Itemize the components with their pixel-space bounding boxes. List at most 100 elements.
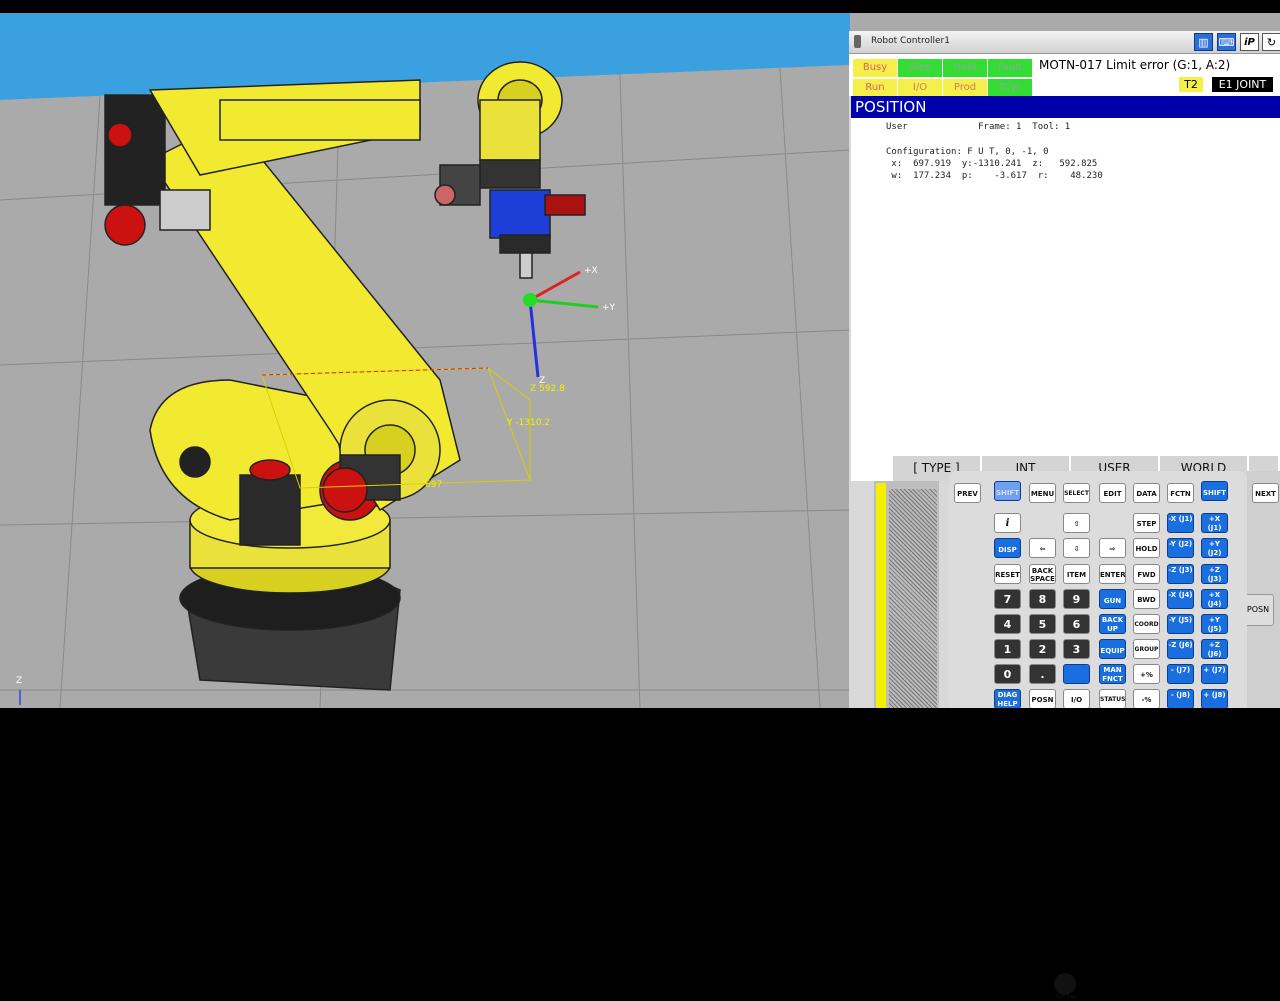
enter-key[interactable]: ENTER — [1099, 564, 1126, 584]
equip-key[interactable]: EQUIP — [1099, 639, 1126, 659]
data-key[interactable]: DATA — [1133, 483, 1160, 503]
coord-key[interactable]: COORD — [1133, 614, 1160, 634]
fctn-key[interactable]: FCTN — [1167, 483, 1194, 503]
jog-plus-j2[interactable]: +Y (J2) — [1201, 538, 1228, 558]
man-fnct-key[interactable]: MAN FNCT — [1099, 664, 1126, 684]
info-key[interactable]: i — [994, 513, 1021, 533]
top-letterbox — [0, 0, 1280, 13]
edit-key[interactable]: EDIT — [1099, 483, 1126, 503]
prev-key[interactable]: PREV — [954, 483, 981, 503]
frame-line: User Frame: 1 Tool: 1 — [886, 122, 1071, 132]
axis-y-label: +Y — [602, 303, 616, 313]
robot-controller-window: Robot Controller1 ▥ ⌨ iP ↻ Busy Step Hol… — [849, 31, 1280, 1001]
right-arrow-key[interactable]: ⇨ — [1099, 538, 1126, 558]
key-0[interactable]: 0 — [994, 664, 1021, 684]
jog-minus-j3[interactable]: -Z (J3) — [1167, 564, 1194, 584]
screen-title: POSITION — [851, 96, 1280, 118]
key-6[interactable]: 6 — [1063, 614, 1090, 634]
jog-minus-j8[interactable]: - (J8) — [1167, 689, 1194, 709]
led-prod: Prod — [943, 79, 987, 97]
backup-key[interactable]: BACK UP — [1099, 614, 1126, 634]
enable-switch[interactable]: OFF ON — [1052, 973, 1078, 1001]
jog-minus-j5[interactable]: -Y (J5) — [1167, 614, 1194, 634]
key-9[interactable]: 9 — [1063, 589, 1090, 609]
key-dot[interactable]: . — [1029, 664, 1056, 684]
jog-minus-j2[interactable]: -Y (J2) — [1167, 538, 1194, 558]
menu-key[interactable]: MENU — [1029, 483, 1056, 503]
x-position-readout: 697 — [425, 480, 442, 490]
keypad: OFF ON PREV SHIFT MENU SELECT EDIT DATA … — [949, 471, 1279, 1001]
fkey-blank-1[interactable] — [851, 456, 893, 481]
speed-up-key[interactable]: +% — [1133, 664, 1160, 684]
hold-key[interactable]: HOLD — [1133, 538, 1160, 558]
fwd-key[interactable]: FWD — [1133, 564, 1160, 584]
jog-minus-j7[interactable]: - (J7) — [1167, 664, 1194, 684]
step-key[interactable]: STEP — [1133, 513, 1160, 533]
controller-icon — [854, 35, 861, 48]
item-key[interactable]: ITEM — [1063, 564, 1090, 584]
position-screen: POSITION User Frame: 1 Tool: 1 Configura… — [851, 96, 1280, 456]
key-4[interactable]: 4 — [994, 614, 1021, 634]
deadman-strip — [876, 483, 886, 708]
status-key[interactable]: STATUS — [1099, 689, 1126, 709]
jog-plus-j6[interactable]: +Z (J6) — [1201, 639, 1228, 659]
jog-plus-j7[interactable]: + (J7) — [1201, 664, 1228, 684]
mode-badge: T2 — [1179, 77, 1203, 92]
wpr-line: w: 177.234 p: -3.617 r: 48.230 — [886, 171, 1103, 181]
key-1[interactable]: 1 — [994, 639, 1021, 659]
jog-plus-j5[interactable]: +Y (J5) — [1201, 614, 1228, 634]
refresh-icon[interactable]: ↻ — [1262, 33, 1280, 51]
enable-switch-label: OFF ON — [1055, 995, 1075, 1001]
alarm-message: MOTN-017 Limit error (G:1, A:2) — [1039, 58, 1231, 72]
key-3[interactable]: 3 — [1063, 639, 1090, 659]
key-5[interactable]: 5 — [1029, 614, 1056, 634]
posn-key[interactable]: POSN — [1029, 689, 1056, 709]
led-io: I/O — [898, 79, 942, 97]
keyboard-icon[interactable]: ⌨ — [1217, 33, 1236, 51]
led-busy: Busy — [853, 59, 897, 77]
corner-axis-label: Z — [16, 676, 22, 686]
next-key[interactable]: NEXT — [1252, 483, 1279, 503]
disp-key[interactable]: DISP — [994, 538, 1021, 558]
led-fault: Fault — [988, 59, 1032, 77]
shift-left-key[interactable]: SHIFT — [994, 481, 1021, 501]
group-key[interactable]: GROUP — [1133, 639, 1160, 659]
up-arrow-key[interactable]: ⇧ — [1063, 513, 1090, 533]
reset-key[interactable]: RESET — [994, 564, 1021, 584]
bottom-letterbox — [0, 708, 1280, 720]
led-tcyc: TCyc — [988, 79, 1032, 97]
backspace-key[interactable]: BACK SPACE — [1029, 564, 1056, 584]
key-2[interactable]: 2 — [1029, 639, 1056, 659]
key-8[interactable]: 8 — [1029, 589, 1056, 609]
jog-minus-j4[interactable]: -X (J4) — [1167, 589, 1194, 609]
key-7[interactable]: 7 — [994, 589, 1021, 609]
gun-key[interactable]: GUN — [1099, 589, 1126, 609]
configuration-line: Configuration: F U T, 0, -1, 0 — [886, 147, 1049, 157]
z-position-readout: Z 592.8 — [530, 384, 565, 394]
speed-down-key[interactable]: -% — [1133, 689, 1160, 709]
xyz-line: x: 697.919 y:-1310.241 z: 592.825 — [886, 159, 1098, 169]
diag-help-key[interactable]: DIAG HELP — [994, 689, 1021, 709]
enable-switch-knob — [1054, 973, 1076, 995]
jog-coord-badge: E1 JOINT — [1212, 77, 1273, 92]
jog-plus-j8[interactable]: + (J8) — [1201, 689, 1228, 709]
down-arrow-key[interactable]: ⇩ — [1063, 538, 1090, 558]
jog-plus-j4[interactable]: +X (J4) — [1201, 589, 1228, 609]
pendant-right-panel — [1247, 471, 1280, 708]
io-key[interactable]: I/O — [1063, 689, 1090, 709]
teach-pendant-icon[interactable]: ▥ — [1194, 33, 1213, 51]
y-position-readout: Y -1310.2 — [506, 418, 550, 428]
bwd-key[interactable]: BWD — [1133, 589, 1160, 609]
select-key[interactable]: SELECT — [1063, 483, 1090, 503]
jog-plus-j3[interactable]: +Z (J3) — [1201, 564, 1228, 584]
jog-minus-j1[interactable]: -X (J1) — [1167, 513, 1194, 533]
jog-plus-j1[interactable]: +X (J1) — [1201, 513, 1228, 533]
shift-right-key[interactable]: SHIFT — [1201, 481, 1228, 501]
jog-minus-j6[interactable]: -Z (J6) — [1167, 639, 1194, 659]
led-run: Run — [853, 79, 897, 97]
window-titlebar: Robot Controller1 ▥ ⌨ iP ↻ — [849, 31, 1280, 54]
window-title: Robot Controller1 — [871, 36, 950, 46]
ip-button[interactable]: iP — [1240, 33, 1259, 51]
comma-key[interactable] — [1063, 664, 1090, 684]
left-arrow-key[interactable]: ⇦ — [1029, 538, 1056, 558]
